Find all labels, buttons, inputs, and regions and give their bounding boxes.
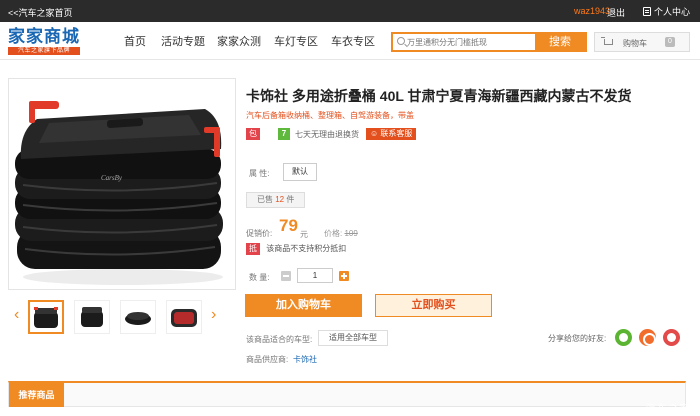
share-label: 分享给您的好友: <box>548 334 607 343</box>
thumbnail-2-image <box>81 307 103 327</box>
nav-item-home[interactable]: 首页 <box>124 33 146 49</box>
free-shipping-badge: 包邮 <box>246 128 260 150</box>
supplier-link[interactable]: 卡饰社 <box>293 354 317 365</box>
buy-now-button[interactable]: 立即购买 <box>375 294 492 317</box>
autohome-link[interactable]: <<汽车之家首页 <box>8 6 73 19</box>
product-title: 卡饰社 多用途折叠桶 40L 甘肃宁夏青海新疆西藏内蒙古不发货 <box>246 88 632 104</box>
top-bar: <<汽车之家首页 waz1943 退出 个人中心 <box>0 0 700 22</box>
quantity-input[interactable]: 1 <box>297 268 333 283</box>
recommended-section: 推荐商品 <box>8 381 686 407</box>
logo-main-text: 家家商城 <box>8 27 80 46</box>
sold-unit: 件 <box>286 195 295 204</box>
username-link[interactable]: waz1943 <box>574 6 610 16</box>
thumbnail-strip: ‹ › <box>8 296 236 338</box>
thumbnail-4-image <box>171 309 197 327</box>
search-icon <box>397 37 405 45</box>
cart-label: 购物车 <box>623 39 647 48</box>
original-price-label: 价格: <box>324 229 343 238</box>
nav-item-lights[interactable]: 车灯专区 <box>274 33 318 49</box>
original-price-value: 109 <box>344 229 358 238</box>
cart-icon <box>601 37 613 45</box>
product-main-image[interactable]: CarsBy <box>8 78 236 290</box>
chevron-right-icon[interactable]: › <box>211 306 216 324</box>
chevron-left-icon[interactable]: ‹ <box>14 306 19 324</box>
thumbnail-2[interactable] <box>74 300 110 334</box>
seven-day-icon: 7 <box>278 128 290 140</box>
search-input[interactable] <box>407 35 532 49</box>
price-unit: 元 <box>300 230 308 239</box>
supplier-label: 商品供应商: <box>246 355 289 364</box>
sold-label: 已售 <box>257 195 273 204</box>
original-price: 价格: 109 <box>324 228 358 239</box>
product-brand-text: CarsBy <box>101 174 123 182</box>
site-header: 家家商城 汽车之家旗下品牌 首页 活动专题 家家众测 车灯专区 车衣专区 搜索 … <box>0 22 700 60</box>
sold-count: 已售 12 件 <box>246 192 306 208</box>
logout-link[interactable]: 退出 <box>607 6 625 19</box>
sold-number: 12 <box>275 195 285 204</box>
folding-bucket-image: CarsBy <box>15 101 223 285</box>
nav-item-covers[interactable]: 车衣专区 <box>331 33 375 49</box>
quantity-label: 数 量: <box>249 273 270 282</box>
price-label: 促销价: <box>246 229 273 238</box>
qq-icon[interactable] <box>639 329 656 346</box>
logo[interactable]: 家家商城 汽车之家旗下品牌 <box>8 27 80 55</box>
attribute-label: 属 性: <box>249 169 270 178</box>
fit-models-label: 该商品适合的车型: <box>246 335 313 344</box>
quantity-plus-button[interactable] <box>339 271 349 281</box>
product-subtitle: 汽车后备箱收纳桶、整理箱、自驾游装备，带盖 <box>246 111 414 120</box>
thumbnail-1[interactable] <box>28 300 64 334</box>
thumbnail-3-image <box>125 312 151 325</box>
add-to-cart-button[interactable]: 加入购物车 <box>245 294 362 317</box>
return-policy-text: 七天无理由退换货 <box>295 130 359 139</box>
points-tag: 抵 <box>246 243 260 255</box>
contact-service-button[interactable]: ☺ 联系客服 <box>366 128 417 140</box>
user-center-link[interactable]: 个人中心 <box>643 5 690 18</box>
user-center-label: 个人中心 <box>654 7 691 17</box>
quantity-minus-button[interactable] <box>281 271 291 281</box>
search-button[interactable]: 搜索 <box>535 34 585 50</box>
thumbnail-1-image <box>34 307 58 328</box>
cart-button[interactable]: 购物车 0 <box>594 32 690 52</box>
weibo-icon[interactable] <box>663 329 680 346</box>
nav-item-events[interactable]: 活动专题 <box>161 33 205 49</box>
contact-service-label: 联系客服 <box>380 129 413 138</box>
fit-all-models-button[interactable]: 适用全部车型 <box>318 330 388 346</box>
wechat-icon[interactable] <box>615 329 632 346</box>
cart-count-badge: 0 <box>665 37 675 47</box>
thumbnail-3[interactable] <box>120 300 156 334</box>
promo-price: 79 <box>279 216 298 235</box>
logo-sub-text: 汽车之家旗下品牌 <box>8 47 80 55</box>
points-text: 该商品不支持积分抵扣 <box>266 244 347 253</box>
search-box: 搜索 <box>391 32 587 52</box>
document-icon <box>643 7 651 16</box>
nav-item-tests[interactable]: 家家众测 <box>217 33 261 49</box>
tab-recommended[interactable]: 推荐商品 <box>9 383 64 407</box>
attribute-option-default[interactable]: 默认 <box>283 163 317 181</box>
watermark: 汽车之家 <box>646 404 690 415</box>
thumbnail-4[interactable] <box>166 300 202 334</box>
points-notice: 抵 该商品不支持积分抵扣 <box>246 243 346 255</box>
